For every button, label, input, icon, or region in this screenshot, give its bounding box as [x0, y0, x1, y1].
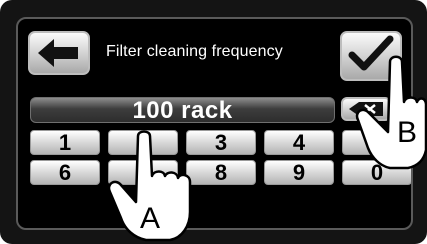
- key-2[interactable]: 2: [108, 130, 178, 155]
- key-6[interactable]: 6: [30, 160, 100, 185]
- control-panel: Filter cleaning frequency 100 rack 1 2 3…: [0, 0, 427, 244]
- confirm-button[interactable]: [340, 31, 402, 81]
- value-display: 100 rack: [30, 97, 335, 124]
- back-arrow-icon: [38, 39, 78, 67]
- key-0[interactable]: 0: [342, 160, 411, 185]
- key-9[interactable]: 9: [264, 160, 334, 185]
- page-title: Filter cleaning frequency: [106, 43, 283, 60]
- back-button[interactable]: [28, 31, 90, 75]
- delete-button[interactable]: [341, 97, 391, 121]
- backspace-icon: [349, 102, 383, 116]
- numeric-keypad: 1 2 3 4 5 6 7 8 9 0: [30, 130, 411, 186]
- callout-b: B: [397, 116, 418, 149]
- key-4[interactable]: 4: [264, 130, 334, 155]
- touch-screen: Filter cleaning frequency 100 rack 1 2 3…: [16, 17, 413, 230]
- key-8[interactable]: 8: [186, 160, 256, 185]
- callout-a: A: [140, 202, 161, 235]
- key-3[interactable]: 3: [186, 130, 256, 155]
- key-1[interactable]: 1: [30, 130, 100, 155]
- key-7[interactable]: 7: [108, 160, 178, 185]
- checkmark-icon: [348, 35, 394, 71]
- value-display-text: 100 rack: [132, 97, 233, 124]
